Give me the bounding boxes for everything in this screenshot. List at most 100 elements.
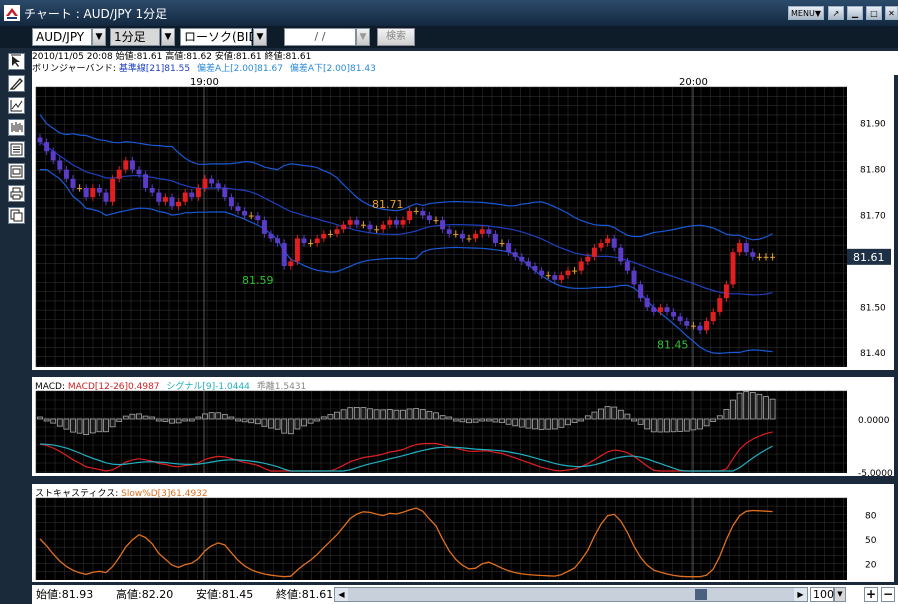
status-high: 高値:82.20 <box>116 588 174 601</box>
candle-body <box>611 238 617 248</box>
candle-body <box>492 233 498 244</box>
macd-histogram-bar <box>353 407 360 420</box>
macd-histogram-bar <box>386 409 393 420</box>
menu-button[interactable]: MENU▼ <box>788 6 824 20</box>
minimize-icon[interactable]: ▁ <box>847 6 863 20</box>
price-chart[interactable]: 19:0020:0081.9081.8081.7081.6081.5081.40… <box>32 75 894 370</box>
macd-histogram-bar <box>492 418 499 423</box>
time-scrollbar[interactable]: ◀ ▶ <box>334 587 808 602</box>
status-low: 安値:81.45 <box>196 588 254 601</box>
trendline-icon[interactable] <box>8 97 25 114</box>
maximize-icon[interactable]: □ <box>866 6 882 20</box>
window-icon[interactable] <box>8 163 25 180</box>
macd-histogram-bar <box>188 418 195 422</box>
chart-type-select[interactable]: ローソク(BID) <box>180 28 262 46</box>
macd-histogram-bar <box>142 415 149 420</box>
price-chart-panel[interactable]: 19:0020:0081.9081.8081.7081.6081.5081.40… <box>32 75 894 370</box>
macd-histogram-bar <box>538 418 545 430</box>
macd-histogram-bar <box>37 416 43 420</box>
search-button[interactable]: 検索 <box>377 28 415 46</box>
chevron-down-icon[interactable]: ▼ <box>253 28 267 46</box>
list-icon[interactable] <box>8 141 25 158</box>
candle-body <box>261 220 267 234</box>
macd-histogram-bar <box>96 418 103 433</box>
candle-body <box>770 256 776 258</box>
macd-histogram-bar <box>565 418 571 426</box>
stoch-tick-label: 50 <box>865 536 877 546</box>
macd-histogram-bar <box>419 409 426 420</box>
candle-body <box>407 210 413 221</box>
candle-body <box>182 192 188 202</box>
candle-body <box>552 275 558 280</box>
candle-body <box>235 206 241 211</box>
bollinger-base-label: 基準線[21]81.55 <box>118 64 191 74</box>
price-tick-label: 81.70 <box>860 212 886 222</box>
zoom-input[interactable]: 100 <box>810 587 834 602</box>
macd-histogram-bar <box>76 418 83 434</box>
candle-body <box>605 238 611 244</box>
price-tick-label: 81.50 <box>860 303 886 313</box>
macd-chart[interactable]: 0.0000 -5.0000 <box>32 377 894 476</box>
macd-histogram-bar <box>400 409 406 420</box>
macd-histogram-bar <box>769 398 776 420</box>
candle-body <box>453 233 459 235</box>
chevron-down-icon[interactable]: ▼ <box>92 28 106 46</box>
candle-body <box>63 169 69 179</box>
candle-body <box>737 243 743 253</box>
candle-body <box>321 233 327 239</box>
macd-histogram-bar <box>433 412 439 420</box>
macd-histogram-bar <box>716 415 723 420</box>
current-price-label: 81.61 <box>853 251 885 264</box>
macd-panel[interactable]: MACD: MACD[12-26]0.4987 シグナル[9]-1.0444 乖… <box>32 377 894 476</box>
app-logo-icon <box>4 5 20 21</box>
stoch-panel[interactable]: ストキャスティクス: Slow%D[3]61.4932 80 50 20 <box>32 484 894 582</box>
macd-histogram-bar <box>723 409 730 420</box>
chevron-down-icon[interactable]: ▼ <box>834 587 846 602</box>
macd-histogram-bar <box>584 415 591 420</box>
pencil-icon[interactable] <box>8 75 25 92</box>
zoom-out-icon[interactable]: − <box>881 587 895 602</box>
pin-icon[interactable]: ↗ <box>828 6 844 20</box>
timeframe-select[interactable]: 1分足 <box>110 28 160 46</box>
macd-histogram-bar <box>571 418 578 423</box>
symbol-select[interactable]: AUD/JPY <box>32 28 92 46</box>
copy-icon[interactable] <box>8 207 25 224</box>
chevron-down-icon[interactable]: ▼ <box>161 28 175 46</box>
candle-body <box>156 192 162 202</box>
status-close: 終値:81.61 <box>276 588 334 601</box>
cursor-icon[interactable] <box>8 53 25 70</box>
scroll-right-icon[interactable]: ▶ <box>794 588 807 601</box>
candle-body <box>486 229 492 234</box>
scroll-thumb[interactable] <box>695 589 707 600</box>
bar-chart-icon[interactable] <box>8 119 25 136</box>
date-input[interactable]: / / <box>284 28 356 46</box>
macd-histogram-bar <box>446 416 453 420</box>
candle-body <box>624 261 630 271</box>
print-icon[interactable] <box>8 185 25 202</box>
macd-histogram-bar <box>604 406 611 420</box>
macd-histogram-bar <box>70 418 76 433</box>
candle-body <box>136 169 142 175</box>
macd-histogram-bar <box>650 418 657 433</box>
stoch-chart[interactable]: 80 50 20 <box>32 484 894 582</box>
macd-histogram-bar <box>598 408 604 420</box>
zoom-in-icon[interactable]: + <box>864 587 878 602</box>
candle-body <box>756 256 762 258</box>
bollinger-label: ボリンジャーバンド: <box>32 64 116 74</box>
macd-histogram-bar <box>697 418 703 430</box>
candle-body <box>717 298 723 312</box>
candle-body <box>143 174 149 188</box>
macd-histogram-bar <box>254 418 261 425</box>
candle-body <box>578 261 584 271</box>
close-icon[interactable]: ✕ <box>885 6 898 20</box>
macd-histogram-bar <box>545 418 552 430</box>
scroll-left-icon[interactable]: ◀ <box>335 588 348 601</box>
macd-histogram-bar <box>617 409 624 420</box>
candle-body <box>677 316 683 322</box>
chevron-down-icon[interactable]: ▼ <box>356 28 370 46</box>
macd-histogram-bar <box>83 418 90 436</box>
macd-histogram-bar <box>670 418 677 433</box>
macd-histogram-bar <box>749 392 756 420</box>
macd-histogram-bar <box>215 412 222 420</box>
macd-histogram-bar <box>281 418 288 434</box>
